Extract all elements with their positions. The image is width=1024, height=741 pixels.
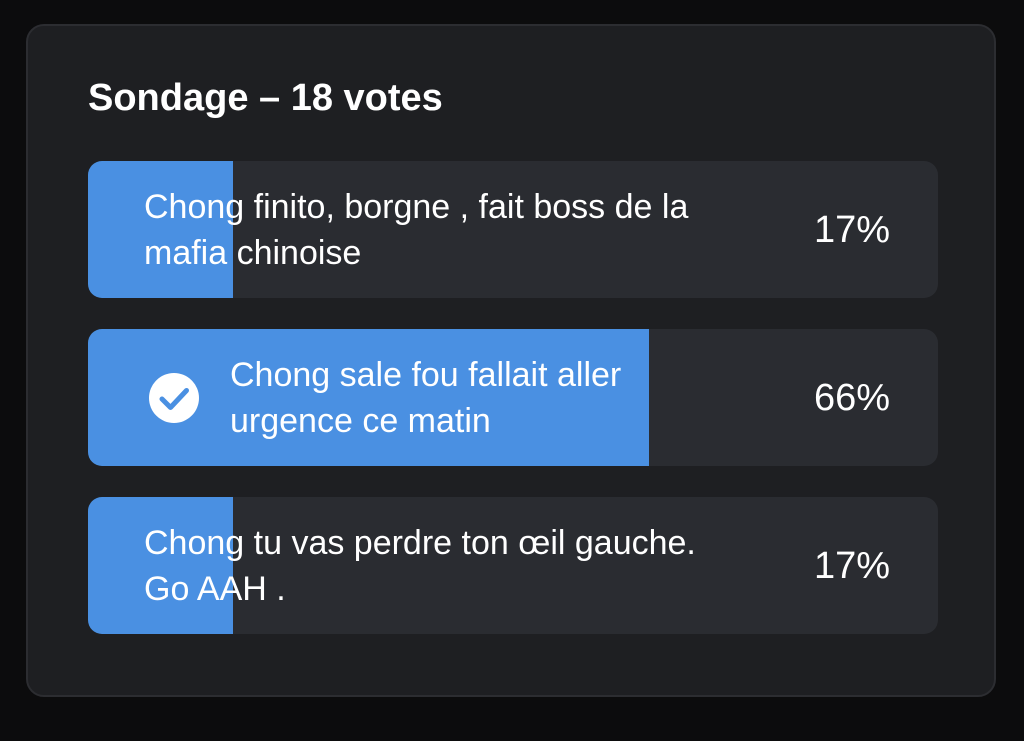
option-label: Chong finito, borgne , fait boss de la m… [144,187,689,272]
poll-option-2[interactable]: Chong sale fou fallait aller urgence ce … [88,329,938,466]
poll-option-1[interactable]: Chong finito, borgne , fait boss de la m… [88,161,938,298]
poll-option-3[interactable]: Chong tu vas perdre ton œil gauche. Go A… [88,497,938,634]
poll-options: Chong finito, borgne , fait boss de la m… [88,161,938,665]
option-percentage: 66% [813,376,890,419]
poll-card: Sondage – 18 votes Chong finito, borgne … [26,24,996,697]
option-percentage: 17% [813,208,890,251]
check-circle-icon [149,372,199,423]
option-label: Chong tu vas perdre ton œil gauche. Go A… [144,523,696,608]
option-label: Chong sale fou fallait aller urgence ce … [230,355,622,440]
poll-title: Sondage – 18 votes [88,77,443,119]
option-percentage: 17% [813,544,890,587]
